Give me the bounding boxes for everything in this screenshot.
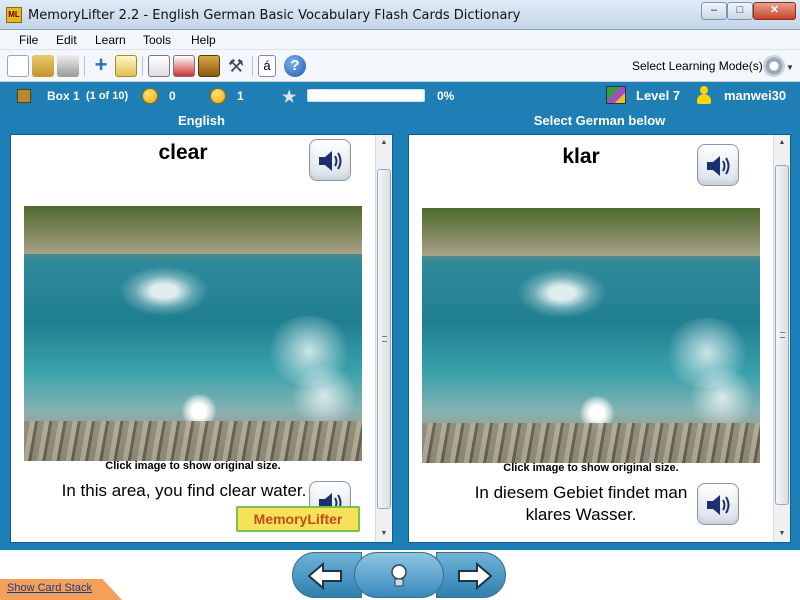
- question-image[interactable]: [24, 206, 362, 461]
- title-bar: ML MemoryLifter 2.2 - English German Bas…: [0, 0, 800, 30]
- toolbar: + ⚒ á ? Select Learning Mode(s): [0, 50, 800, 82]
- scroll-thumb[interactable]: [775, 165, 789, 505]
- speaker-icon: [707, 495, 730, 515]
- next-card-button[interactable]: [436, 552, 506, 598]
- show-card-stack-link[interactable]: Show Card Stack: [7, 582, 92, 594]
- toolbar-separator: [84, 56, 85, 76]
- gear-icon[interactable]: [763, 55, 785, 77]
- answer-image[interactable]: [422, 208, 760, 463]
- menu-learn[interactable]: Learn: [95, 33, 126, 47]
- scroll-down-icon[interactable]: ▼: [774, 526, 790, 542]
- question-image-caption: Click image to show original size.: [105, 460, 281, 472]
- lightbulb-icon: [391, 564, 407, 587]
- memorylifter-logo: MemoryLifter: [236, 506, 360, 532]
- window-title: MemoryLifter 2.2 - English German Basic …: [28, 8, 521, 23]
- question-word: clear: [158, 141, 208, 164]
- user-icon: [697, 86, 711, 104]
- progress-label: 0%: [437, 89, 455, 103]
- open-icon[interactable]: [32, 55, 54, 77]
- wrong-smiley-icon: [142, 88, 158, 104]
- box-icon: [17, 89, 31, 103]
- minimize-button[interactable]: –: [701, 2, 727, 20]
- card-navigation: [292, 552, 506, 598]
- menu-edit[interactable]: Edit: [56, 33, 77, 47]
- right-count: 1: [237, 89, 244, 103]
- scroll-down-icon[interactable]: ▼: [376, 526, 392, 542]
- new-icon[interactable]: [7, 55, 29, 77]
- scroll-up-icon[interactable]: ▲: [774, 135, 790, 151]
- statistics-icon[interactable]: [173, 55, 195, 77]
- close-button[interactable]: ✕: [753, 2, 796, 20]
- answer-card: klar Click image to show original size. …: [408, 134, 791, 543]
- box-icon[interactable]: [198, 55, 220, 77]
- hint-button[interactable]: [354, 552, 444, 598]
- answer-sentence-audio-button[interactable]: [697, 483, 739, 525]
- question-word-audio-button[interactable]: [309, 139, 351, 181]
- question-column-title: English: [178, 113, 225, 128]
- box-range: (1 of 10): [86, 90, 129, 102]
- menu-bar: File Edit Learn Tools Help: [0, 30, 800, 50]
- arrow-left-icon: [307, 562, 342, 590]
- level-label: Level 7: [636, 88, 681, 103]
- right-smiley-icon: [210, 88, 226, 104]
- answer-word-audio-button[interactable]: [697, 144, 739, 186]
- app-logo-icon: ML: [6, 7, 22, 23]
- print-icon[interactable]: [57, 55, 79, 77]
- previous-card-button[interactable]: [292, 552, 362, 598]
- scroll-up-icon[interactable]: ▲: [376, 135, 392, 151]
- answer-column-title: Select German below: [533, 113, 666, 128]
- menu-tools[interactable]: Tools: [143, 33, 171, 47]
- toolbar-separator: [252, 56, 253, 76]
- speaker-icon: [707, 156, 730, 176]
- show-card-stack-tab[interactable]: Show Card Stack: [0, 579, 122, 600]
- scroll-thumb[interactable]: [377, 169, 391, 509]
- username: manwei30: [724, 88, 787, 103]
- add-card-icon[interactable]: +: [90, 54, 112, 77]
- slideshow-icon[interactable]: [148, 55, 170, 77]
- special-chars-icon[interactable]: á: [258, 55, 276, 77]
- box-label: Box 1: [47, 89, 80, 103]
- answer-image-caption: Click image to show original size.: [503, 462, 679, 474]
- help-icon[interactable]: ?: [284, 55, 306, 77]
- question-sentence: In this area, you find clear water.: [61, 481, 307, 500]
- menu-help[interactable]: Help: [191, 33, 216, 47]
- star-icon: ★: [282, 89, 297, 106]
- maximize-button[interactable]: □: [727, 2, 753, 20]
- select-learning-mode-label[interactable]: Select Learning Mode(s): [632, 59, 763, 73]
- settings-icon[interactable]: ⚒: [225, 55, 247, 77]
- toolbar-separator: [142, 56, 143, 76]
- main-area: English Select German below clear Click …: [0, 110, 800, 550]
- question-scrollbar[interactable]: ▲ ▼: [375, 135, 392, 542]
- progress-bar: [307, 89, 425, 102]
- answer-sentence: In diesem Gebiet findet man klares Wasse…: [474, 483, 688, 524]
- answer-scrollbar[interactable]: ▲ ▼: [773, 135, 790, 542]
- question-card: clear Click image to show original size.…: [10, 134, 393, 543]
- wrong-count: 0: [169, 89, 176, 103]
- menu-file[interactable]: File: [19, 33, 38, 47]
- edit-icon[interactable]: [115, 55, 137, 77]
- arrow-right-icon: [458, 562, 493, 590]
- speaker-icon: [319, 151, 342, 171]
- chevron-down-icon[interactable]: ▼: [786, 63, 794, 72]
- answer-word: klar: [562, 145, 600, 168]
- level-icon: [606, 86, 626, 104]
